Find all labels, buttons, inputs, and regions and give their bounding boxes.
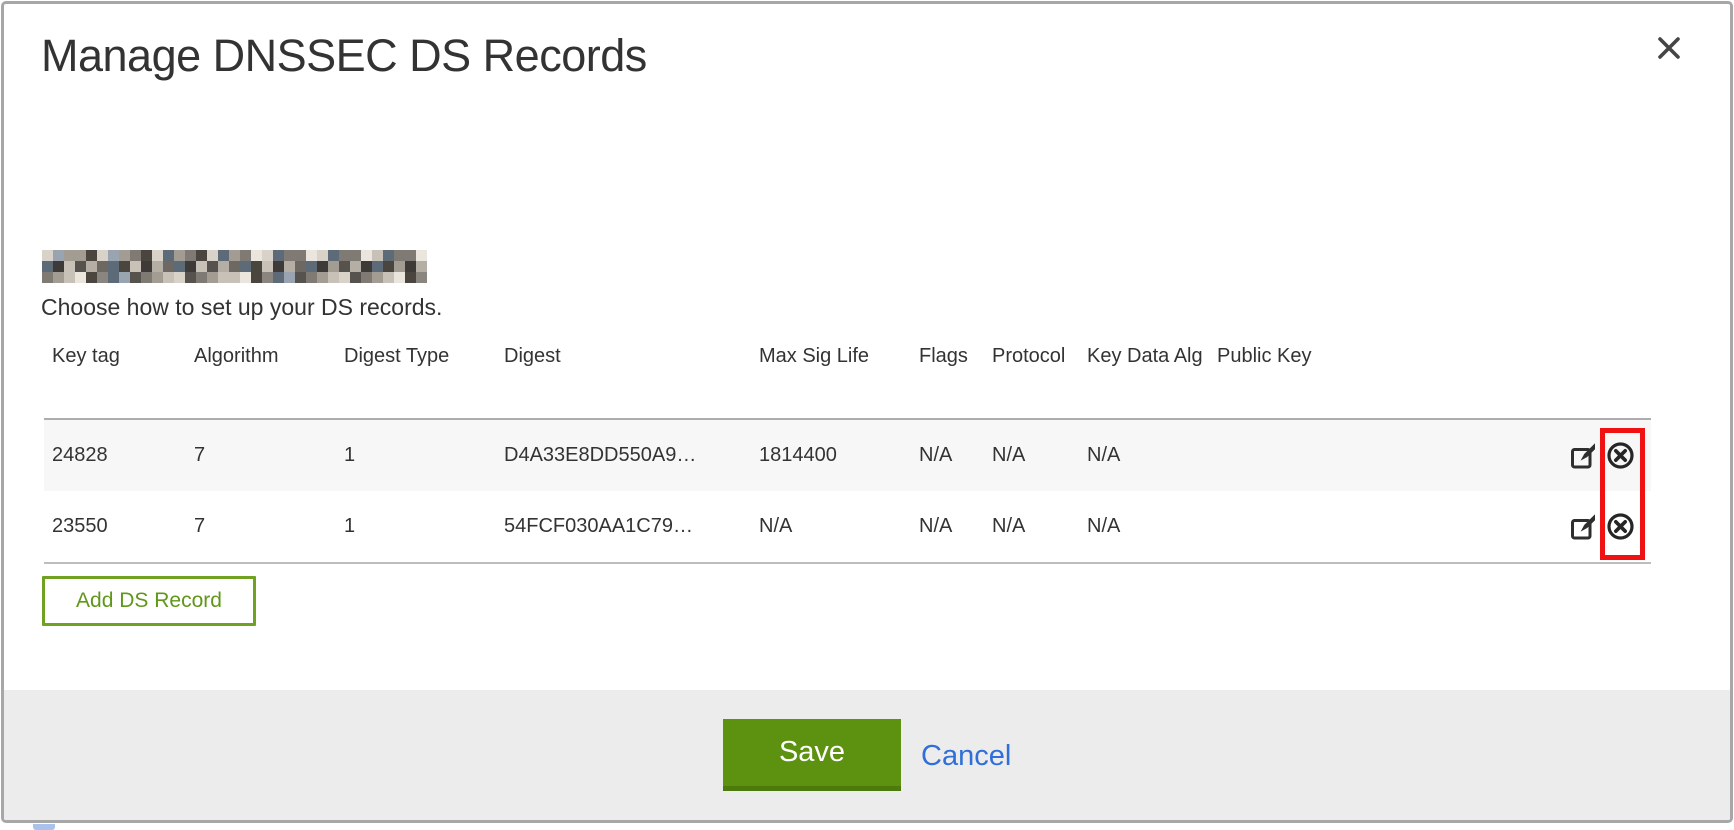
table-row: 24828 7 1 D4A33E8DD550A9… 1814400 N/A N/… [44,419,1651,491]
modal-footer: Save Cancel [4,690,1730,820]
cell-actions [1561,419,1651,491]
cell-digest: 54FCF030AA1C79… [496,491,751,563]
close-icon [1655,50,1683,65]
close-button[interactable] [1652,32,1686,66]
cell-protocol: N/A [984,419,1079,491]
cell-actions [1561,491,1651,563]
cell-protocol: N/A [984,491,1079,563]
edit-record-button[interactable] [1569,512,1598,541]
col-header-actions [1561,339,1651,419]
table-row: 23550 7 1 54FCF030AA1C79… N/A N/A N/A N/… [44,491,1651,563]
ds-records-table-wrap: Key tag Algorithm Digest Type Digest Max… [44,339,1651,564]
cell-key-tag: 24828 [44,419,186,491]
cell-max-sig-life: 1814400 [751,419,911,491]
delete-record-button[interactable] [1605,511,1636,542]
cell-digest-type: 1 [336,491,496,563]
cell-digest: D4A33E8DD550A9… [496,419,751,491]
modal-subtitle: Choose how to set up your DS records. [41,294,442,321]
col-header-key-tag: Key tag [44,339,186,419]
col-header-algorithm: Algorithm [186,339,336,419]
col-header-digest-type: Digest Type [336,339,496,419]
cell-public-key [1209,419,1561,491]
ds-records-table: Key tag Algorithm Digest Type Digest Max… [44,339,1651,564]
cell-key-tag: 23550 [44,491,186,563]
page-background: Manage DNSSEC DS Records Choose how to s… [0,0,1734,830]
cell-digest-type: 1 [336,419,496,491]
col-header-key-data-alg: Key Data Alg [1079,339,1209,419]
page-title: Manage DNSSEC DS Records [41,30,647,82]
cell-public-key [1209,491,1561,563]
edit-record-icon [1569,458,1598,473]
cancel-link[interactable]: Cancel [921,740,1011,773]
col-header-protocol: Protocol [984,339,1079,419]
cell-key-data-alg: N/A [1079,419,1209,491]
col-header-digest: Digest [496,339,751,419]
delete-record-button[interactable] [1605,440,1636,471]
delete-record-icon [1605,530,1636,545]
edit-record-button[interactable] [1569,441,1598,470]
redacted-domain [42,250,427,283]
cell-key-data-alg: N/A [1079,491,1209,563]
delete-record-icon [1605,459,1636,474]
edit-record-icon [1569,529,1598,544]
table-header-row: Key tag Algorithm Digest Type Digest Max… [44,339,1651,419]
manage-dnssec-modal: Manage DNSSEC DS Records Choose how to s… [1,1,1733,823]
add-ds-record-button[interactable]: Add DS Record [42,576,256,626]
cell-algorithm: 7 [186,419,336,491]
cell-flags: N/A [911,491,984,563]
col-header-public-key: Public Key [1209,339,1561,419]
col-header-flags: Flags [911,339,984,419]
cell-flags: N/A [911,419,984,491]
col-header-max-sig-life: Max Sig Life [751,339,911,419]
cell-max-sig-life: N/A [751,491,911,563]
cell-algorithm: 7 [186,491,336,563]
background-page-fragment [33,824,55,830]
save-button[interactable]: Save [723,719,901,791]
